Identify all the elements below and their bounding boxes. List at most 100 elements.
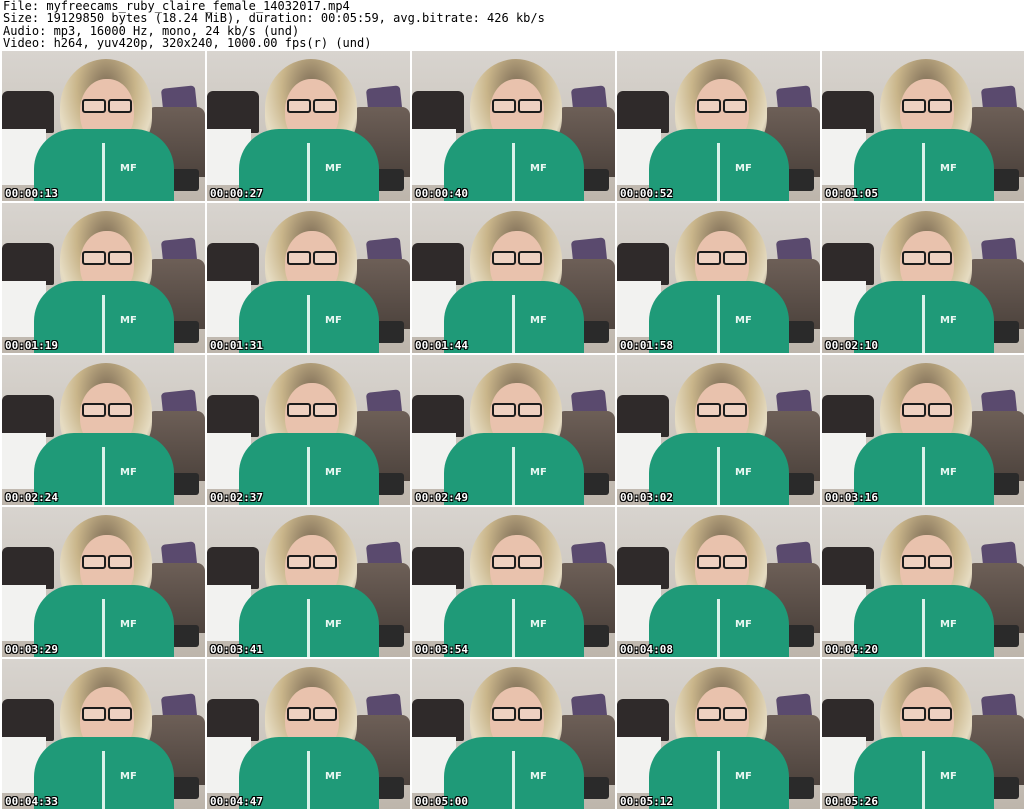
glasses-icon: [82, 403, 132, 417]
hoodie-zipper: [307, 751, 310, 809]
video-thumbnail: MF 00:03:16: [822, 355, 1024, 505]
hoodie-zipper: [102, 447, 105, 505]
hoodie-zipper: [307, 295, 310, 353]
video-thumbnail: MF 00:01:44: [412, 203, 615, 353]
video-thumbnail: MF 00:02:49: [412, 355, 615, 505]
dark-couch: [617, 395, 669, 437]
dark-couch: [822, 395, 874, 437]
thumbnail-timestamp: 00:02:24: [5, 491, 58, 504]
glasses-icon: [82, 707, 132, 721]
glasses-icon: [492, 555, 542, 569]
hoodie-logo: MF: [940, 315, 957, 326]
video-thumbnail: MF 00:01:05: [822, 51, 1024, 201]
dark-couch: [412, 243, 464, 285]
glasses-icon: [697, 403, 747, 417]
video-thumbnail: MF 00:02:37: [207, 355, 410, 505]
dark-couch: [822, 547, 874, 589]
video-thumbnail: MF 00:01:31: [207, 203, 410, 353]
hoodie-logo: MF: [325, 619, 342, 630]
thumbnail-timestamp: 00:01:19: [5, 339, 58, 352]
video-info-line: Video: h264, yuv420p, 320x240, 1000.00 f…: [3, 36, 372, 51]
dark-couch: [412, 699, 464, 741]
video-thumbnail: MF 00:01:58: [617, 203, 820, 353]
glasses-icon: [287, 403, 337, 417]
hoodie-logo: MF: [735, 771, 752, 782]
hoodie-zipper: [922, 599, 925, 657]
hoodie-zipper: [512, 751, 515, 809]
glasses-icon: [697, 707, 747, 721]
glasses-icon: [82, 555, 132, 569]
video-thumbnail: MF 00:00:52: [617, 51, 820, 201]
dark-couch: [207, 699, 259, 741]
hoodie-logo: MF: [940, 467, 957, 478]
hoodie-zipper: [717, 751, 720, 809]
glasses-icon: [902, 555, 952, 569]
thumbnail-timestamp: 00:04:47: [210, 795, 263, 808]
dark-couch: [822, 699, 874, 741]
video-thumbnail: MF 00:04:20: [822, 507, 1024, 657]
glasses-icon: [287, 99, 337, 113]
glasses-icon: [82, 251, 132, 265]
video-thumbnail: MF 00:05:26: [822, 659, 1024, 809]
video-thumbnail: MF 00:00:13: [2, 51, 205, 201]
dark-couch: [617, 699, 669, 741]
hoodie-logo: MF: [530, 771, 547, 782]
dark-couch: [412, 395, 464, 437]
video-thumbnail: MF 00:04:47: [207, 659, 410, 809]
hoodie-zipper: [922, 751, 925, 809]
thumbnail-timestamp: 00:02:49: [415, 491, 468, 504]
glasses-icon: [902, 403, 952, 417]
hoodie-zipper: [717, 447, 720, 505]
dark-couch: [822, 91, 874, 133]
video-thumbnail: MF 00:00:27: [207, 51, 410, 201]
video-thumbnail: MF 00:02:24: [2, 355, 205, 505]
hoodie-logo: MF: [120, 619, 137, 630]
glasses-icon: [287, 707, 337, 721]
thumbnail-timestamp: 00:00:52: [620, 187, 673, 200]
thumbnail-timestamp: 00:00:40: [415, 187, 468, 200]
thumbnail-timestamp: 00:00:27: [210, 187, 263, 200]
glasses-icon: [697, 251, 747, 265]
glasses-icon: [697, 555, 747, 569]
thumbnail-timestamp: 00:05:00: [415, 795, 468, 808]
hoodie-logo: MF: [735, 163, 752, 174]
dark-couch: [2, 243, 54, 285]
hoodie-logo: MF: [530, 163, 547, 174]
dark-couch: [617, 547, 669, 589]
hoodie-zipper: [512, 599, 515, 657]
hoodie-zipper: [512, 143, 515, 201]
thumbnail-timestamp: 00:04:08: [620, 643, 673, 656]
thumbnail-timestamp: 00:01:58: [620, 339, 673, 352]
video-thumbnail: MF 00:05:12: [617, 659, 820, 809]
dark-couch: [617, 91, 669, 133]
video-thumbnail: MF 00:03:54: [412, 507, 615, 657]
thumbnail-timestamp: 00:02:10: [825, 339, 878, 352]
dark-couch: [822, 243, 874, 285]
glasses-icon: [902, 251, 952, 265]
video-thumbnail: MF 00:03:02: [617, 355, 820, 505]
hoodie-logo: MF: [325, 315, 342, 326]
hoodie-zipper: [717, 295, 720, 353]
glasses-icon: [492, 707, 542, 721]
hoodie-logo: MF: [120, 163, 137, 174]
thumbnail-timestamp: 00:03:41: [210, 643, 263, 656]
glasses-icon: [492, 251, 542, 265]
thumbnail-grid: MF 00:00:13 MF 00:00:27 MF 00:00:40 MF 00:00:52…: [0, 51, 1024, 811]
dark-couch: [2, 91, 54, 133]
hoodie-zipper: [102, 143, 105, 201]
video-thumbnail: MF 00:04:08: [617, 507, 820, 657]
hoodie-zipper: [717, 599, 720, 657]
video-thumbnail: MF 00:03:41: [207, 507, 410, 657]
hoodie-zipper: [512, 295, 515, 353]
thumbnail-timestamp: 00:00:13: [5, 187, 58, 200]
hoodie-logo: MF: [735, 619, 752, 630]
glasses-icon: [902, 99, 952, 113]
thumbnail-timestamp: 00:01:05: [825, 187, 878, 200]
hoodie-logo: MF: [530, 467, 547, 478]
glasses-icon: [902, 707, 952, 721]
hoodie-logo: MF: [530, 315, 547, 326]
thumbnail-timestamp: 00:05:26: [825, 795, 878, 808]
hoodie-zipper: [102, 599, 105, 657]
hoodie-logo: MF: [735, 315, 752, 326]
video-thumbnail: MF 00:05:00: [412, 659, 615, 809]
